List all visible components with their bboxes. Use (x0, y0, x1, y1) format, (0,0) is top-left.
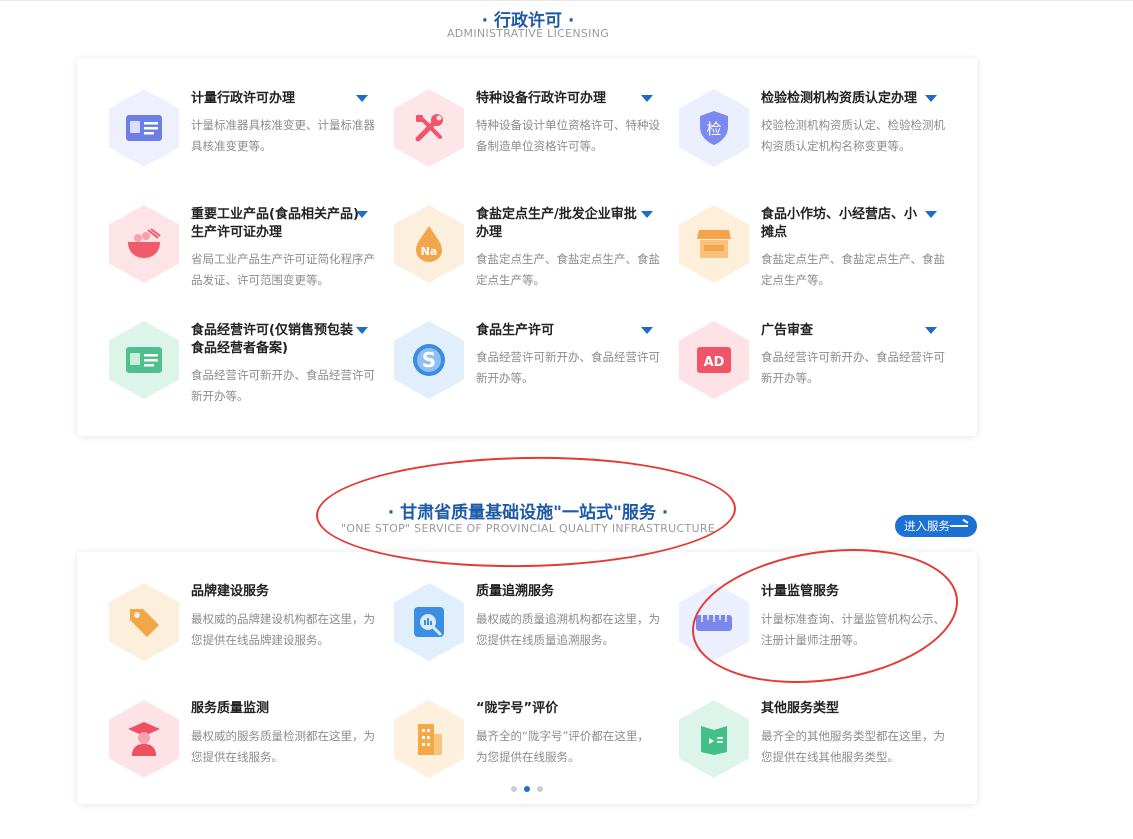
license-item-title: 食盐定点生产/批发企业审批办理 (476, 207, 637, 240)
one-stop-card: 品牌建设服务 最权威的品牌建设机构都在这里，为您提供在线品牌建设服务。 质量追溯… (77, 552, 977, 804)
service-item-trace[interactable]: 质量追溯服务 最权威的质量追溯机构都在这里，为您提供在线质量追溯服务。 (362, 582, 660, 692)
license-item-advertising[interactable]: AD 广告审查 食品经营许可新开办、食品经营许可新开办等。 (647, 316, 945, 426)
license-hex (109, 205, 179, 283)
licensing-card: 计量行政许可办理 计量标准器具核准变更、计量标准器具核准变更等。 特种设备行政许… (77, 58, 977, 436)
service-item-title: 服务质量监测 (191, 701, 270, 716)
trace-search-icon (414, 607, 444, 637)
service-item-metrology[interactable]: 计量监管服务 计量标准查询、计量监管机构公示、注册计量师注册等。 (647, 582, 945, 692)
license-item-desc: 食品经营许可新开办、食品经营许可新开办等。 (476, 350, 660, 385)
license-hex (394, 89, 464, 167)
price-tag-icon (130, 609, 159, 637)
license-item-salt[interactable]: Na 食盐定点生产/批发企业审批办理 食盐定点生产、食盐定点生产、食盐定点生产等… (362, 200, 660, 310)
chevron-down-icon[interactable] (925, 327, 937, 334)
license-item-desc: 校验检测机构资质认定、检验检测机构资质认定机构名称变更等。 (761, 118, 945, 153)
service-item-desc: 最齐全的“陇字号”评价都在这里，为您提供在线服务。 (476, 729, 649, 764)
license-item-desc: 特种设备设计单位资格许可、特种设备制造单位资格许可等。 (476, 118, 660, 153)
service-hex (109, 583, 179, 661)
service-item-quality-monitoring[interactable]: 服务质量监测 最权威的服务质量检测都在这里，为您提供在线服务。 (77, 699, 375, 809)
book-icon (701, 726, 727, 755)
salt-drop-icon: Na (416, 226, 442, 262)
license-item-inspection[interactable]: 检 检验检测机构资质认定办理 校验检测机构资质认定、检验检测机构资质认定机构名称… (647, 84, 945, 194)
building-icon (418, 724, 442, 755)
service-item-title: 质量追溯服务 (476, 584, 555, 599)
license-hex: 检 (679, 89, 749, 167)
service-item-desc: 最权威的品牌建设机构都在这里，为您提供在线品牌建设服务。 (191, 612, 375, 647)
license-item-desc: 食品经营许可新开办、食品经营许可新开办等。 (191, 368, 375, 403)
service-item-desc: 最权威的服务质量检测都在这里，为您提供在线服务。 (191, 729, 375, 764)
license-item-title: 重要工业产品(食品相关产品)生产许可证办理 (191, 207, 359, 240)
license-item-title: 食品经营许可(仅销售预包装食品经营者备案) (191, 323, 353, 356)
s-glyph: S (422, 348, 436, 372)
license-hex: Na (394, 205, 464, 283)
license-item-desc: 食品经营许可新开办、食品经营许可新开办等。 (761, 350, 945, 385)
top-divider (0, 0, 1133, 1)
license-item-food-business[interactable]: 食品经营许可(仅销售预包装食品经营者备案) 食品经营许可新开办、食品经营许可新开… (77, 316, 375, 426)
license-item-title: 检验检测机构资质认定办理 (761, 91, 918, 106)
enter-service-button[interactable]: 进入服务 (895, 515, 977, 537)
license-item-desc: 食盐定点生产、食盐定点生产、食盐定点生产等。 (476, 252, 660, 287)
ad-icon: AD (697, 347, 731, 373)
service-item-title: “陇字号”评价 (476, 701, 559, 716)
service-item-title: 计量监管服务 (761, 584, 840, 599)
s-circle-icon: S (413, 344, 445, 376)
license-item-title: 计量行政许可办理 (191, 91, 296, 106)
service-item-desc: 最齐全的其他服务类型都在这里，为您提供在线其他服务类型。 (761, 729, 945, 764)
section-subtitle-licensing: ADMINISTRATIVE LICENSING (446, 27, 610, 40)
service-hex (679, 583, 749, 661)
license-item-title: 特种设备行政许可办理 (476, 91, 607, 106)
license-card-icon (126, 347, 162, 373)
service-item-other[interactable]: 其他服务类型 最齐全的其他服务类型都在这里，为您提供在线其他服务类型。 (647, 699, 945, 809)
inspection-shield-icon: 检 (700, 111, 728, 145)
chevron-down-icon[interactable] (925, 211, 937, 218)
license-item-title: 食品生产许可 (476, 323, 555, 338)
id-card-icon (126, 115, 162, 141)
tools-icon (415, 114, 443, 142)
food-bowl-icon (128, 228, 161, 258)
service-hex (109, 700, 179, 778)
service-item-title: 品牌建设服务 (191, 584, 270, 599)
service-hex (394, 700, 464, 778)
license-item-special-equipment[interactable]: 特种设备行政许可办理 特种设备设计单位资格许可、特种设备制造单位资格许可等。 (362, 84, 660, 194)
license-item-desc: 省局工业产品生产许可证简化程序产品发证、许可范围变更等。 (191, 252, 375, 287)
license-hex: AD (679, 321, 749, 399)
salt-glyph: Na (421, 245, 438, 258)
shop-stall-icon (697, 230, 731, 258)
service-item-desc: 计量标准查询、计量监管机构公示、注册计量师注册等。 (761, 612, 945, 647)
service-item-desc: 最权威的质量追溯机构都在这里，为您提供在线质量追溯服务。 (476, 612, 660, 647)
license-hex (109, 321, 179, 399)
ruler-icon (696, 615, 732, 631)
graduate-icon (128, 722, 160, 756)
service-item-brand[interactable]: 品牌建设服务 最权威的品牌建设机构都在这里，为您提供在线品牌建设服务。 (77, 582, 375, 692)
arrow-right-icon (950, 525, 968, 527)
carousel-dot[interactable] (511, 786, 517, 792)
license-item-title: 食品小作坊、小经营店、小摊点 (761, 207, 918, 240)
license-item-industrial[interactable]: 重要工业产品(食品相关产品)生产许可证办理 省局工业产品生产许可证简化程序产品发… (77, 200, 375, 310)
service-hex (394, 583, 464, 661)
license-hex (679, 205, 749, 283)
license-item-desc: 计量标准器具核准变更、计量标准器具核准变更等。 (191, 118, 375, 153)
license-item-title: 广告审查 (761, 323, 814, 338)
carousel-dot[interactable] (537, 786, 543, 792)
inspection-glyph: 检 (706, 120, 721, 138)
license-item-metrology[interactable]: 计量行政许可办理 计量标准器具核准变更、计量标准器具核准变更等。 (77, 84, 375, 194)
service-hex (679, 700, 749, 778)
service-item-longzihao[interactable]: “陇字号”评价 最齐全的“陇字号”评价都在这里，为您提供在线服务。 (362, 699, 649, 809)
service-item-title: 其他服务类型 (761, 701, 840, 716)
license-item-small-shop[interactable]: 食品小作坊、小经营店、小摊点 食盐定点生产、食盐定点生产、食盐定点生产等。 (647, 200, 945, 310)
enter-service-label: 进入服务 (904, 519, 950, 533)
chevron-down-icon[interactable] (925, 95, 937, 102)
ad-glyph: AD (704, 355, 725, 370)
carousel-dot-active[interactable] (524, 786, 530, 792)
license-hex (109, 89, 179, 167)
license-item-food-production[interactable]: S 食品生产许可 食品经营许可新开办、食品经营许可新开办等。 (362, 316, 660, 426)
license-item-desc: 食盐定点生产、食盐定点生产、食盐定点生产等。 (761, 252, 945, 287)
license-hex: S (394, 321, 464, 399)
